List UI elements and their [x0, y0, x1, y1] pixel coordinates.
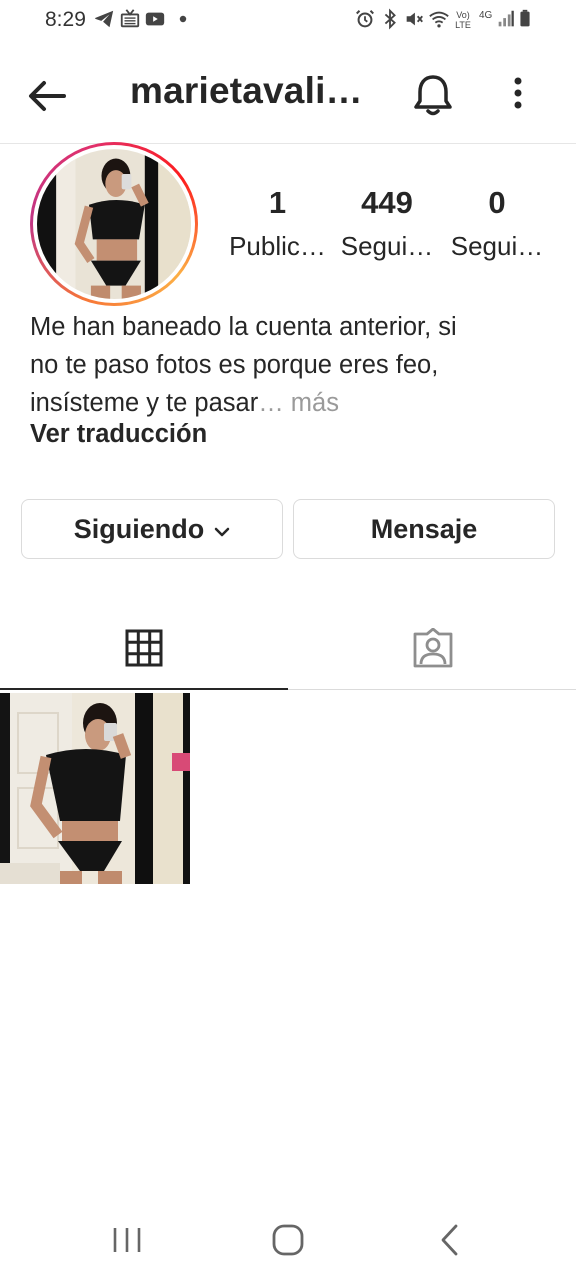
- profile-avatar[interactable]: [30, 142, 198, 306]
- tab-tagged-photos[interactable]: [288, 612, 576, 690]
- alarm-icon: [354, 8, 376, 32]
- nav-back-button[interactable]: [430, 1218, 470, 1262]
- stat-followers-label: Segui…: [340, 231, 434, 261]
- following-button-label: Siguiendo: [73, 513, 205, 544]
- volte-icon: Vo) LTE: [455, 10, 471, 30]
- avatar-photo: [37, 149, 191, 299]
- signal-icon: [497, 8, 515, 32]
- app-bar-divider: [0, 143, 576, 144]
- nav-home-button[interactable]: [266, 1218, 310, 1262]
- notification-dot-icon: [178, 8, 188, 32]
- stat-following-count: 0: [488, 185, 506, 220]
- following-button[interactable]: Siguiendo: [21, 499, 283, 559]
- home-icon: [272, 1224, 304, 1256]
- chevron-left-icon: [441, 1224, 458, 1256]
- nav-recents-button[interactable]: [106, 1220, 148, 1260]
- stat-followers[interactable]: 449 Segui…: [338, 185, 436, 262]
- telegram-icon: [93, 8, 115, 32]
- tab-divider: [288, 689, 576, 690]
- message-button-label: Mensaje: [370, 513, 478, 544]
- active-tab-indicator: [0, 688, 288, 690]
- mute-icon: [403, 8, 425, 32]
- stat-posts-label: Public…: [229, 231, 326, 261]
- stat-posts[interactable]: 1 Public…: [225, 185, 330, 262]
- bio-line: Me han baneado la cuenta anterior, si: [30, 313, 457, 341]
- bio-line-text: insísteme y te pasar: [30, 389, 259, 417]
- stat-following[interactable]: 0 Segui…: [448, 185, 546, 262]
- bio-line: insísteme y te pasar… más: [30, 384, 550, 422]
- see-translation-link[interactable]: Ver traducción: [30, 420, 207, 449]
- tab-posts-grid[interactable]: [0, 612, 288, 690]
- back-button[interactable]: [22, 74, 78, 118]
- grid-icon: [125, 629, 163, 667]
- recent-apps-icon: [113, 1228, 141, 1252]
- tagged-person-icon: [413, 628, 453, 668]
- profile-bio: Me han baneado la cuenta anterior, si no…: [30, 308, 550, 422]
- bell-icon: [414, 75, 452, 116]
- notifications-button[interactable]: [408, 70, 458, 120]
- post-thumbnail[interactable]: [0, 693, 190, 884]
- stat-following-label: Segui…: [450, 231, 544, 261]
- more-options-button[interactable]: [502, 72, 534, 118]
- bluetooth-icon: [379, 8, 401, 32]
- status-time: 8:29: [45, 8, 86, 31]
- tv-icon: [119, 8, 141, 32]
- wifi-icon: [427, 8, 451, 32]
- message-button[interactable]: Mensaje: [293, 499, 555, 559]
- stat-posts-count: 1: [268, 185, 287, 220]
- youtube-icon: [144, 8, 166, 32]
- stat-followers-count: 449: [361, 185, 413, 220]
- bio-line: no te paso fotos es porque eres feo,: [30, 351, 439, 379]
- 4g-icon: 4G: [479, 10, 493, 21]
- profile-username: marietavali…: [130, 70, 363, 111]
- bio-more-link[interactable]: … más: [258, 389, 339, 417]
- back-arrow-icon: [29, 81, 66, 111]
- battery-icon: [518, 8, 532, 32]
- chevron-down-icon: [214, 514, 230, 545]
- more-vertical-icon: [514, 77, 522, 109]
